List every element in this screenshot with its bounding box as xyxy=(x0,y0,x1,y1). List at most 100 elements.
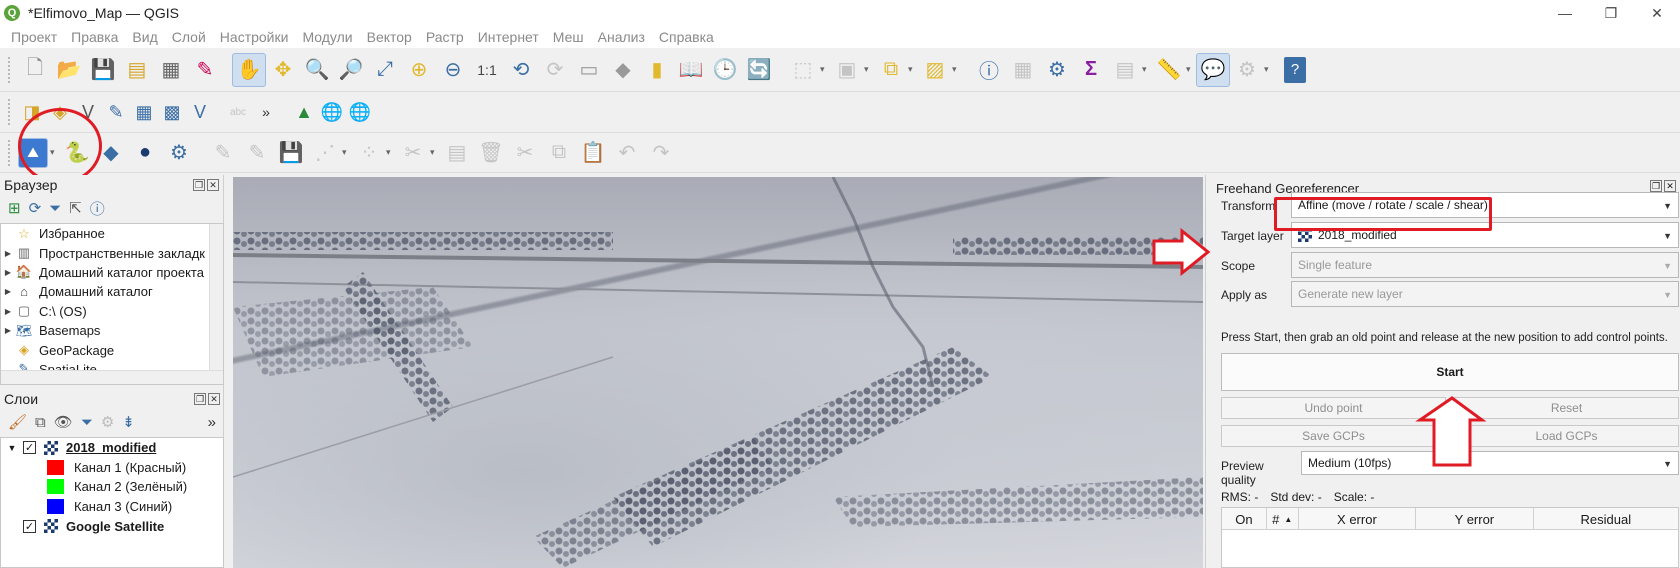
attribute-table-icon[interactable]: ▦ xyxy=(1006,53,1040,87)
zoom-full-icon[interactable]: ⤢ xyxy=(368,53,402,87)
properties-icon[interactable]: ⓘ xyxy=(90,198,105,219)
add-group-icon[interactable]: ⧉ xyxy=(35,414,46,431)
layer-row[interactable]: ✓ Google Satellite xyxy=(1,516,223,536)
manage-visibility-icon[interactable]: 👁 xyxy=(54,413,73,431)
filter-legend-icon[interactable]: ⏷ xyxy=(81,414,93,431)
reset-button[interactable]: Reset xyxy=(1454,397,1679,419)
menu-view[interactable]: Вид xyxy=(125,29,164,45)
browser-hscroll[interactable] xyxy=(1,370,223,384)
new-3d-view-icon[interactable]: ◆ xyxy=(606,53,640,87)
add-selected-icon[interactable]: ⊞ xyxy=(8,199,21,217)
select-features-icon[interactable]: ⬚ xyxy=(786,53,820,87)
paste-icon[interactable]: 📋 xyxy=(576,136,610,170)
processing-toolbox-icon[interactable]: ⚙ xyxy=(1040,53,1074,87)
show-bookmarks-icon[interactable]: 📖 xyxy=(674,53,708,87)
menu-layer[interactable]: Слой xyxy=(165,29,213,45)
toggle-editing-icon[interactable]: ✎ xyxy=(206,136,240,170)
new-virtual-layer-icon[interactable]: ▦ xyxy=(130,95,158,129)
deselect-icon[interactable]: ⧉ xyxy=(874,53,908,87)
menu-web[interactable]: Интернет xyxy=(471,29,546,45)
browser-item[interactable]: ▶ 🗺 Basemaps xyxy=(1,321,223,340)
annotation-icon[interactable]: ⚙ xyxy=(1230,53,1264,87)
menu-plugins[interactable]: Модули xyxy=(295,29,359,45)
more-tools-icon[interactable]: » xyxy=(252,95,280,129)
menu-raster[interactable]: Растр xyxy=(419,29,471,45)
zoom-next-icon[interactable]: ⟳ xyxy=(538,53,572,87)
browser-item[interactable]: ▶ ▥ Пространственные закладк xyxy=(1,243,223,262)
refresh-icon[interactable]: ⟳ xyxy=(29,199,42,217)
redo-icon[interactable]: ↷ xyxy=(644,136,678,170)
copy-icon[interactable]: ⧉ xyxy=(542,136,576,170)
new-print-layout-icon[interactable]: ▤ xyxy=(120,53,154,87)
style-panel-icon[interactable]: 🖌 xyxy=(8,413,27,431)
expand-all-icon[interactable]: ⇟ xyxy=(122,413,135,431)
help-icon[interactable]: ? xyxy=(1284,56,1306,83)
browser-item[interactable]: ☆ Избранное xyxy=(1,224,223,243)
layer-visibility-checkbox[interactable]: ✓ xyxy=(23,519,36,533)
select-location-icon[interactable]: ▨ xyxy=(918,53,952,87)
menu-settings[interactable]: Настройки xyxy=(213,29,296,45)
close-button[interactable]: ✕ xyxy=(1634,0,1680,26)
filter-icon[interactable]: ⏷ xyxy=(49,200,61,217)
minimize-button[interactable]: — xyxy=(1542,0,1588,26)
edit-pencil-icon[interactable]: ✎ xyxy=(240,136,274,170)
start-button[interactable]: Start xyxy=(1221,353,1679,391)
apply-as-select[interactable]: Generate new layer ▼ xyxy=(1291,281,1679,307)
browser-item[interactable]: ▶ ▢ C:\ (OS) xyxy=(1,302,223,321)
browser-item[interactable]: ▶ 🏠 Домашний каталог проекта xyxy=(1,263,223,282)
new-map-view-icon[interactable]: ▭ xyxy=(572,53,606,87)
scope-select[interactable]: Single feature ▼ xyxy=(1291,252,1679,278)
col-on[interactable]: On xyxy=(1222,508,1267,530)
close-panel-icon[interactable]: ✕ xyxy=(208,393,220,405)
zoom-native-icon[interactable]: 1:1 xyxy=(470,53,504,87)
layer-visibility-checkbox[interactable]: ✓ xyxy=(23,441,36,455)
pan-to-selection-icon[interactable]: ✥ xyxy=(266,53,300,87)
zoom-in-icon[interactable]: 🔍 xyxy=(300,53,334,87)
browser-vscroll[interactable] xyxy=(209,224,223,384)
maximize-button[interactable]: ❐ xyxy=(1588,0,1634,26)
map-tips-icon[interactable]: 💬 xyxy=(1196,52,1230,87)
save-gcps-button[interactable]: Save GCPs xyxy=(1221,425,1446,447)
menu-edit[interactable]: Правка xyxy=(64,29,125,45)
browser-item[interactable]: ▶ ⌂ Домашний каталог xyxy=(1,282,223,301)
add-wms-icon[interactable]: 🌐 xyxy=(318,95,346,129)
identify-icon[interactable]: ⓘ xyxy=(972,53,1006,87)
add-vector-icon[interactable]: V xyxy=(186,95,214,129)
temporal-controller-icon[interactable]: 🕒 xyxy=(708,53,742,87)
undo-point-button[interactable]: Undo point xyxy=(1221,397,1446,419)
float-icon[interactable]: ❐ xyxy=(1650,180,1662,192)
menu-mesh[interactable]: Меш xyxy=(546,29,591,45)
open-table-icon[interactable]: ▤ xyxy=(1108,53,1142,87)
browser-item[interactable]: ◈ GeoPackage xyxy=(1,340,223,359)
close-panel-icon[interactable]: ✕ xyxy=(207,179,219,191)
toolbar-grip[interactable] xyxy=(8,99,12,125)
georeferencer-plugin-icon[interactable]: ⚙ xyxy=(162,136,196,170)
attribute-form-icon[interactable]: ▤ xyxy=(440,136,474,170)
undo-icon[interactable]: ↶ xyxy=(610,136,644,170)
pan-icon[interactable]: ✋ xyxy=(232,52,266,87)
refresh-icon[interactable]: 🔄 xyxy=(742,53,776,87)
col-residual[interactable]: Residual xyxy=(1534,508,1678,530)
add-feature-icon[interactable]: ⋰ xyxy=(308,136,342,170)
zoom-out-icon[interactable]: 🔎 xyxy=(334,53,368,87)
zoom-layer-icon[interactable]: ⊖ xyxy=(436,53,470,87)
new-project-icon[interactable]: 🗋 xyxy=(18,53,52,87)
menu-processing[interactable]: Анализ xyxy=(591,29,652,45)
close-panel-icon[interactable]: ✕ xyxy=(1664,180,1676,192)
cut-icon[interactable]: ✂ xyxy=(508,136,542,170)
more-layer-tools-icon[interactable]: » xyxy=(208,414,216,431)
layout-manager-icon[interactable]: ▦ xyxy=(154,53,188,87)
new-mesh-icon[interactable]: ▩ xyxy=(158,95,186,129)
layer-row[interactable]: ▼ ✓ 2018_modified xyxy=(1,438,223,458)
filter-expression-icon[interactable]: ⚙ xyxy=(101,413,114,431)
new-spatialite-icon[interactable]: ✎ xyxy=(102,95,130,129)
float-icon[interactable]: ❐ xyxy=(194,393,206,405)
globe-icon[interactable]: ● xyxy=(128,136,162,170)
label-icon[interactable]: abc xyxy=(224,95,252,129)
col-y-error[interactable]: Y error xyxy=(1416,508,1534,530)
zoom-selection-icon[interactable]: ⊕ xyxy=(402,53,436,87)
float-icon[interactable]: ❐ xyxy=(193,179,205,191)
load-gcps-button[interactable]: Load GCPs xyxy=(1454,425,1679,447)
menu-vector[interactable]: Вектор xyxy=(360,29,419,45)
style-manager-icon[interactable]: ✎ xyxy=(188,53,222,87)
